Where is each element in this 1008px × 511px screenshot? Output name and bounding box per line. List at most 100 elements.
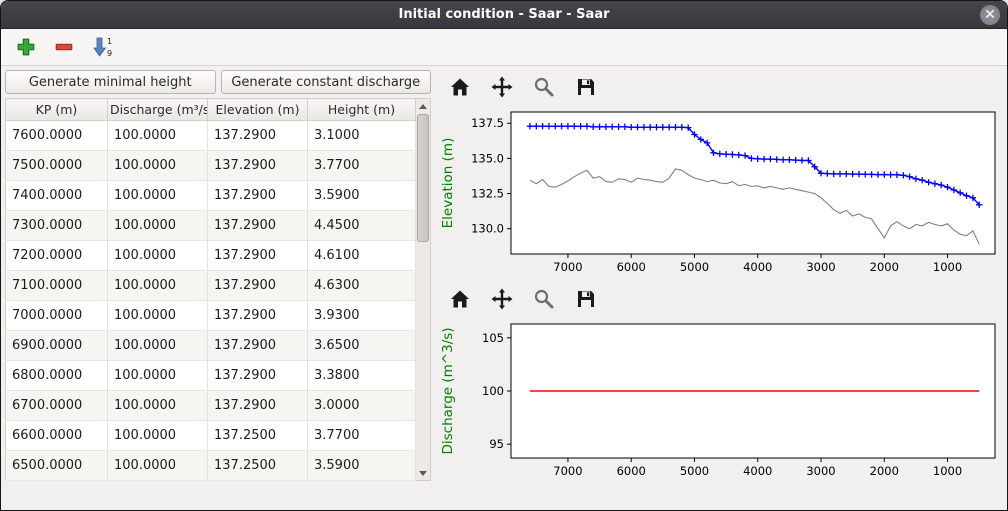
table-header-row: KP (m)Discharge (m³/s)Elevation (m)Heigh…	[6, 99, 416, 121]
column-header[interactable]: Discharge (m³/s)	[108, 99, 208, 121]
table-scrollbar[interactable]	[416, 98, 431, 481]
add-row-button[interactable]	[13, 34, 39, 60]
table-cell[interactable]: 6600.0000	[6, 421, 108, 451]
table-cell[interactable]: 100.0000	[108, 121, 208, 151]
svg-text:7000: 7000	[553, 464, 582, 478]
titlebar[interactable]: Initial condition - Saar - Saar ✕	[1, 1, 1007, 29]
table-cell[interactable]: 3.5900	[308, 181, 416, 211]
discharge-chart: 700060005000400030002000100095100105Disc…	[437, 316, 1001, 486]
table-cell[interactable]: 100.0000	[108, 301, 208, 331]
arrow-up-icon	[419, 104, 427, 109]
table-cell[interactable]: 137.2500	[208, 451, 308, 481]
table-cell[interactable]: 3.7700	[308, 151, 416, 181]
generate-minimal-height-button[interactable]: Generate minimal height	[5, 70, 216, 94]
scrollbar-thumb[interactable]	[417, 114, 429, 242]
remove-row-button[interactable]	[51, 34, 77, 60]
generate-constant-discharge-button[interactable]: Generate constant discharge	[221, 70, 432, 94]
table-cell[interactable]: 137.2900	[208, 271, 308, 301]
home-icon	[448, 287, 472, 311]
pan-button[interactable]	[489, 74, 515, 100]
table-cell[interactable]: 7500.0000	[6, 151, 108, 181]
table-cell[interactable]: 137.2500	[208, 421, 308, 451]
scrollbar-track[interactable]	[416, 113, 430, 466]
home-button[interactable]	[447, 74, 473, 100]
scroll-up-button[interactable]	[416, 99, 430, 113]
table-cell[interactable]: 100.0000	[108, 391, 208, 421]
table-cell[interactable]: 6500.0000	[6, 451, 108, 481]
plus-icon	[15, 36, 37, 58]
table-cell[interactable]: 7400.0000	[6, 181, 108, 211]
table-cell[interactable]: 137.2900	[208, 361, 308, 391]
table-cell[interactable]: 4.6300	[308, 271, 416, 301]
svg-text:137.5: 137.5	[471, 116, 504, 130]
table-cell[interactable]: 7200.0000	[6, 241, 108, 271]
table-cell[interactable]: 137.2900	[208, 121, 308, 151]
table-cell[interactable]: 100.0000	[108, 331, 208, 361]
zoom-button[interactable]	[531, 286, 557, 312]
table-cell[interactable]: 137.2900	[208, 301, 308, 331]
table-row: 6800.0000100.0000137.29003.3800	[6, 361, 416, 391]
save-button[interactable]	[573, 74, 599, 100]
save-button[interactable]	[573, 286, 599, 312]
close-button[interactable]: ✕	[980, 5, 1000, 25]
table-cell[interactable]: 100.0000	[108, 211, 208, 241]
table-cell[interactable]: 3.7700	[308, 421, 416, 451]
table-cell[interactable]: 3.3800	[308, 361, 416, 391]
table-cell[interactable]: 3.1000	[308, 121, 416, 151]
column-header[interactable]: Height (m)	[308, 99, 416, 121]
initial-condition-table-wrap: KP (m)Discharge (m³/s)Elevation (m)Heigh…	[5, 98, 431, 481]
table-cell[interactable]: 6800.0000	[6, 361, 108, 391]
table-cell[interactable]: 137.2900	[208, 211, 308, 241]
table-cell[interactable]: 7600.0000	[6, 121, 108, 151]
table-cell[interactable]: 4.6100	[308, 241, 416, 271]
pan-icon	[490, 75, 514, 99]
elevation-chart: 7000600050004000300020001000130.0132.513…	[437, 104, 1001, 282]
zoom-icon	[532, 75, 556, 99]
table-cell[interactable]: 100.0000	[108, 181, 208, 211]
sort-rows-button[interactable]: 1 9	[89, 34, 115, 60]
home-button[interactable]	[447, 286, 473, 312]
table-cell[interactable]: 137.2900	[208, 391, 308, 421]
table-cell[interactable]: 7000.0000	[6, 301, 108, 331]
pan-icon	[490, 287, 514, 311]
table-cell[interactable]: 4.4500	[308, 211, 416, 241]
svg-text:130.0: 130.0	[471, 222, 504, 236]
table-cell[interactable]: 3.9300	[308, 301, 416, 331]
table-cell[interactable]: 137.2900	[208, 181, 308, 211]
svg-text:100: 100	[482, 384, 504, 398]
svg-text:105: 105	[482, 331, 504, 345]
table-row: 7500.0000100.0000137.29003.7700	[6, 151, 416, 181]
table-cell[interactable]: 6700.0000	[6, 391, 108, 421]
table-cell[interactable]: 100.0000	[108, 151, 208, 181]
table-cell[interactable]: 100.0000	[108, 361, 208, 391]
table-cell[interactable]: 7100.0000	[6, 271, 108, 301]
column-header[interactable]: KP (m)	[6, 99, 108, 121]
table-cell[interactable]: 137.2900	[208, 151, 308, 181]
zoom-icon	[532, 287, 556, 311]
pan-button[interactable]	[489, 286, 515, 312]
scroll-down-button[interactable]	[416, 466, 430, 480]
table-cell[interactable]: 137.2900	[208, 331, 308, 361]
table-cell[interactable]: 3.6500	[308, 331, 416, 361]
table-cell[interactable]: 6900.0000	[6, 331, 108, 361]
column-header[interactable]: Elevation (m)	[208, 99, 308, 121]
generator-buttons: Generate minimal height Generate constan…	[5, 70, 431, 94]
table-cell[interactable]: 3.0000	[308, 391, 416, 421]
table-cell[interactable]: 3.5900	[308, 451, 416, 481]
table-row: 6500.0000100.0000137.25003.5900	[6, 451, 416, 481]
table-row: 7600.0000100.0000137.29003.1000	[6, 121, 416, 151]
table-cell[interactable]: 137.2900	[208, 241, 308, 271]
table-cell[interactable]: 7300.0000	[6, 211, 108, 241]
svg-text:135.0: 135.0	[471, 151, 504, 165]
table-cell[interactable]: 100.0000	[108, 241, 208, 271]
table-cell[interactable]: 100.0000	[108, 451, 208, 481]
svg-text:132.5: 132.5	[471, 187, 504, 201]
zoom-button[interactable]	[531, 74, 557, 100]
table-cell[interactable]: 100.0000	[108, 271, 208, 301]
table-row: 7400.0000100.0000137.29003.5900	[6, 181, 416, 211]
table-row: 6900.0000100.0000137.29003.6500	[6, 331, 416, 361]
svg-text:3000: 3000	[806, 464, 835, 478]
svg-text:5000: 5000	[680, 464, 709, 478]
svg-text:4000: 4000	[743, 464, 772, 478]
table-cell[interactable]: 100.0000	[108, 421, 208, 451]
